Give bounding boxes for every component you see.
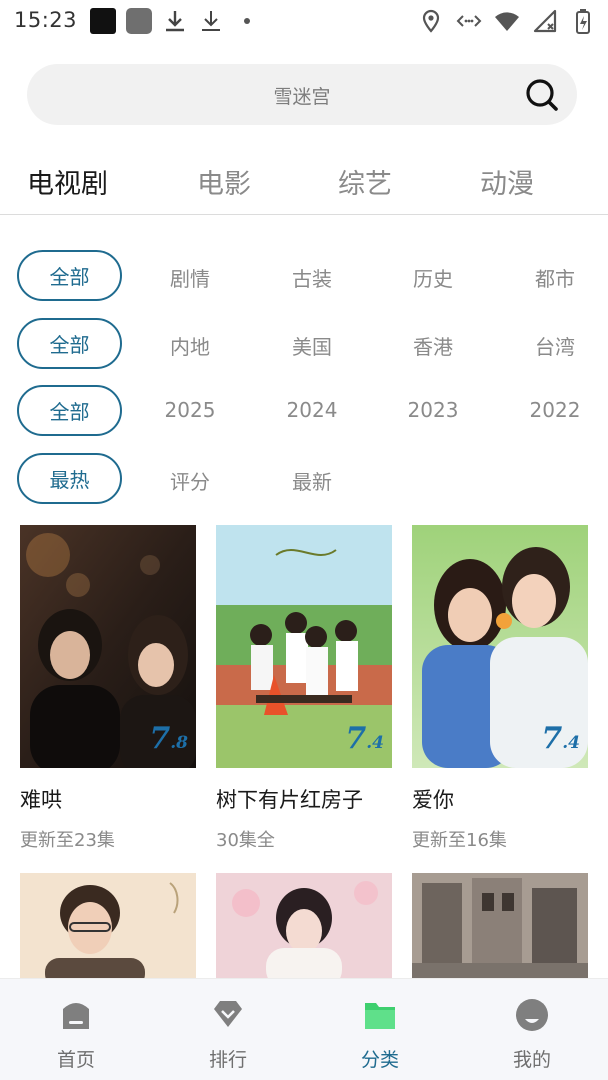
search-icon[interactable]: [525, 78, 559, 112]
filter-year-option[interactable]: 2023: [383, 398, 483, 422]
filter-region-option[interactable]: 美国: [262, 331, 362, 360]
filter-region-option[interactable]: 香港: [383, 331, 483, 360]
download-icon: [162, 8, 188, 34]
filter-year-selected[interactable]: 全部: [17, 385, 122, 436]
score-badge: 7.8: [149, 721, 188, 756]
filter-genre-option[interactable]: 都市: [505, 263, 605, 292]
video-card[interactable]: 7.4 树下有片红房子 30集全: [216, 525, 392, 852]
profile-icon[interactable]: [515, 997, 549, 1033]
tab-movies[interactable]: 电影: [197, 162, 251, 201]
filter-row-region: 全部 内地 美国 香港 台湾: [0, 318, 608, 370]
category-folder-icon[interactable]: [363, 997, 397, 1033]
signal-icon: [532, 8, 558, 34]
card-title[interactable]: 难哄: [20, 784, 196, 814]
battery-icon: [570, 8, 596, 34]
score-badge: 7.4: [541, 721, 580, 756]
category-tabs: 电视剧 电影 综艺 动漫: [0, 150, 608, 214]
nav-ranking[interactable]: 排行: [168, 979, 288, 1080]
ranking-icon[interactable]: [211, 997, 245, 1033]
search-bar[interactable]: 雪迷宫: [27, 64, 577, 125]
status-time: 15:23: [14, 8, 78, 32]
filter-year-option[interactable]: 2022: [505, 398, 605, 422]
card-subtitle: 更新至16集: [412, 830, 507, 851]
tabs-divider: [0, 214, 608, 215]
status-bar: 15:23: [0, 0, 608, 44]
filter-genre-selected[interactable]: 全部: [17, 250, 122, 301]
filter-row-year: 全部 2025 2024 2023 2022: [0, 385, 608, 437]
filter-year-option[interactable]: 2025: [140, 398, 240, 422]
filter-region-selected[interactable]: 全部: [17, 318, 122, 369]
nav-ranking-label[interactable]: 排行: [168, 1045, 288, 1072]
card-subtitle: 30集全: [216, 830, 275, 851]
poster-image[interactable]: 7.4: [412, 525, 588, 768]
card-subtitle: 更新至23集: [20, 830, 115, 851]
nav-category[interactable]: 分类: [320, 979, 440, 1080]
video-card[interactable]: 7.4 爱你 更新至16集: [412, 525, 588, 852]
tab-anime[interactable]: 动漫: [480, 162, 534, 201]
score-badge: 7.4: [345, 721, 384, 756]
filter-region-option[interactable]: 内地: [140, 331, 240, 360]
filter-region-option[interactable]: 台湾: [505, 331, 605, 360]
tab-variety[interactable]: 综艺: [338, 162, 392, 201]
filter-genre-option[interactable]: 古装: [262, 263, 362, 292]
video-card-partial[interactable]: [216, 873, 392, 979]
card-title[interactable]: 树下有片红房子: [216, 784, 392, 814]
filter-sort-option[interactable]: 最新: [262, 466, 362, 495]
tab-tv-series[interactable]: 电视剧: [27, 162, 108, 201]
video-card[interactable]: 7.8 难哄 更新至23集: [20, 525, 196, 852]
home-icon[interactable]: [59, 997, 93, 1033]
search-placeholder[interactable]: 雪迷宫: [27, 82, 577, 109]
data-sync-icon: [456, 8, 482, 34]
download-icon: [198, 8, 224, 34]
video-card-partial[interactable]: [20, 873, 196, 979]
nav-profile-label[interactable]: 我的: [472, 1045, 592, 1072]
poster-image[interactable]: 7.4: [216, 525, 392, 768]
app-gray-icon: [126, 8, 152, 34]
dot-icon: [234, 8, 260, 34]
card-title[interactable]: 爱你: [412, 784, 588, 814]
nav-profile[interactable]: 我的: [472, 979, 592, 1080]
filter-row-genre: 全部 剧情 古装 历史 都市: [0, 250, 608, 302]
filter-genre-option[interactable]: 历史: [383, 263, 483, 292]
filter-row-sort: 最热 评分 最新: [0, 453, 608, 505]
filter-sort-option[interactable]: 评分: [140, 466, 240, 495]
wifi-icon: [494, 8, 520, 34]
nav-home[interactable]: 首页: [16, 979, 136, 1080]
filter-year-option[interactable]: 2024: [262, 398, 362, 422]
poster-image[interactable]: 7.8: [20, 525, 196, 768]
filter-sort-selected[interactable]: 最热: [17, 453, 122, 504]
bottom-navigation: 首页 排行 分类 我的: [0, 978, 608, 1080]
app-black-icon: [90, 8, 116, 34]
nav-category-label[interactable]: 分类: [320, 1045, 440, 1072]
location-icon: [418, 8, 444, 34]
system-icons: [418, 8, 596, 34]
app-screen: 15:23 雪迷宫 电视剧 电影 综艺 动漫 全部 剧情 古装 历史 都市 全部…: [0, 0, 608, 1080]
notification-icons: [90, 8, 260, 34]
nav-home-label[interactable]: 首页: [16, 1045, 136, 1072]
filter-genre-option[interactable]: 剧情: [140, 263, 240, 292]
video-card-partial[interactable]: [412, 873, 588, 979]
